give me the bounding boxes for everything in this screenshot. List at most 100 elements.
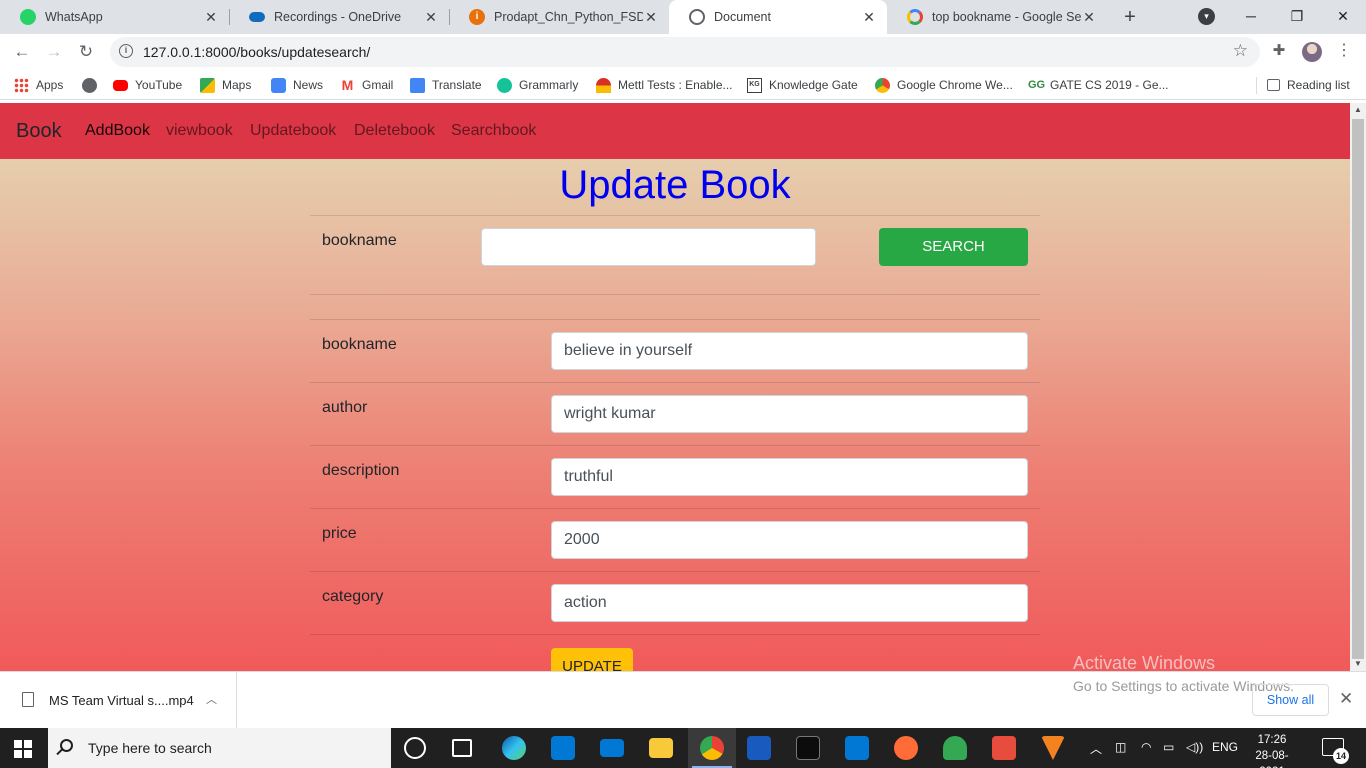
reading-list-icon [1267,79,1280,91]
close-icon[interactable]: ✕ [1081,9,1097,26]
address-bar[interactable]: i 127.0.0.1:8000/books/updatesearch/ ☆ [110,37,1260,67]
profile-avatar[interactable] [1302,42,1322,62]
search-button[interactable]: SEARCH [879,228,1028,266]
close-icon[interactable]: ✕ [423,9,439,26]
back-arrow-icon[interactable]: ← [10,40,34,64]
page-scrollbar[interactable]: ▲ ▼ [1350,103,1366,671]
whatsapp-icon [20,9,36,25]
bookmark-news[interactable]: News [271,76,323,94]
navbar-brand[interactable]: Book [16,120,62,143]
mail-icon[interactable] [600,739,624,757]
url-text[interactable]: 127.0.0.1:8000/books/updatesearch/ [143,44,370,60]
tab-google-search[interactable]: top bookname - Google Sear ✕ [887,0,1107,34]
cortana-icon[interactable] [404,737,426,759]
category-input[interactable]: action [551,584,1028,622]
scrollbar-thumb[interactable] [1352,119,1364,659]
close-icon[interactable]: ✕ [203,9,219,26]
author-input[interactable]: wright kumar [551,395,1028,433]
bookmarks-bar: Apps YouTube Maps News M Gmail Translate… [0,70,1366,100]
site-info-icon[interactable]: i [119,44,133,58]
task-view-icon[interactable] [452,739,472,757]
search-bookname-input[interactable] [481,228,816,266]
bookmark-globe[interactable] [82,76,104,94]
minimize-button[interactable]: ─ [1228,0,1274,32]
download-item[interactable]: MS Team Virtual s....mp4 ︿ [0,672,237,728]
chrome-icon[interactable] [700,736,724,760]
bookmark-star-icon[interactable]: ☆ [1233,41,1248,61]
word-icon[interactable] [747,736,771,760]
bookmark-chrome-web[interactable]: Google Chrome We... [875,76,1013,94]
bookmark-youtube[interactable]: YouTube [113,76,182,94]
chevron-up-icon[interactable]: ︿ [206,691,217,707]
windows-start-icon[interactable] [14,740,32,758]
tab-search-icon[interactable]: ▾ [1198,8,1215,25]
close-window-button[interactable]: ✕ [1320,0,1366,32]
divider [310,445,1040,446]
show-all-button[interactable]: Show all [1252,684,1329,716]
field-label-bookname: bookname [322,336,397,353]
forward-arrow-icon[interactable]: → [42,40,66,64]
postman-icon[interactable] [894,736,918,760]
youtube-icon [113,79,128,91]
nav-deletebook[interactable]: Deletebook [354,122,435,140]
edge-icon[interactable] [502,736,526,760]
nav-searchbook[interactable]: Searchbook [451,122,536,140]
tab-whatsapp[interactable]: WhatsApp ✕ [0,0,229,34]
bookmark-maps[interactable]: Maps [200,76,251,94]
reading-list-button[interactable]: Reading list [1267,76,1350,94]
terminal-icon[interactable] [796,736,820,760]
tab-prodapt[interactable]: i Prodapt_Chn_Python_FSD_14 ✕ [449,0,669,34]
scroll-up-arrow-icon[interactable]: ▲ [1350,103,1366,117]
battery-icon[interactable]: ▭ [1163,740,1174,754]
clock-time: 17:26 [1257,734,1287,746]
language-indicator[interactable]: ENG [1212,740,1238,754]
file-explorer-icon[interactable] [649,738,673,758]
bookmark-translate[interactable]: Translate [410,76,482,94]
bookmark-gmail[interactable]: M Gmail [340,76,394,94]
menu-dots-icon[interactable]: ⋮ [1336,40,1352,64]
bookmark-label: Knowledge Gate [769,78,858,92]
tab-onedrive[interactable]: Recordings - OneDrive ✕ [229,0,449,34]
meet-icon[interactable]: ◫ [1115,740,1126,754]
bookmark-label: GATE CS 2019 - Ge... [1050,78,1169,92]
bookmark-gate-cs[interactable]: GG GATE CS 2019 - Ge... [1028,76,1169,94]
vscode-icon[interactable] [845,736,869,760]
reload-icon[interactable]: ↻ [74,40,98,64]
update-button[interactable]: UPDATE [551,648,633,671]
new-tab-button[interactable]: + [1119,5,1141,29]
restore-button[interactable]: ❐ [1274,0,1320,32]
bookmark-mettl[interactable]: Mettl Tests : Enable... [596,76,733,94]
taskbar-clock[interactable]: 17:26 28-08-2021 [1246,732,1298,768]
close-icon[interactable]: ✕ [861,9,877,26]
bookmark-label: Apps [36,78,64,92]
grammarly-icon [497,77,512,93]
android-studio-icon[interactable] [943,736,967,760]
tab-title: WhatsApp [45,10,103,24]
taskbar-search-box[interactable]: Type here to search [48,728,391,768]
apps-grid-icon [14,77,29,93]
chevron-up-icon[interactable]: ︿ [1090,740,1102,757]
scroll-down-arrow-icon[interactable]: ▼ [1350,657,1366,671]
description-input[interactable]: truthful [551,458,1028,496]
extensions-puzzle-icon[interactable]: ✚ [1270,42,1288,60]
nav-addbook[interactable]: AddBook [85,122,150,140]
bookname-input[interactable]: believe in yourself [551,332,1028,370]
tab-document[interactable]: Document ✕ [669,0,887,34]
nav-updatebook[interactable]: Updatebook [250,122,336,140]
store-icon[interactable] [551,736,575,760]
wifi-icon[interactable]: ◠ [1141,740,1151,754]
divider [310,294,1040,295]
bookmark-grammarly[interactable]: Grammarly [497,76,578,94]
bookmark-apps[interactable]: Apps [14,76,63,94]
bookmark-knowledge-gate[interactable]: KG Knowledge Gate [747,76,858,94]
anydesk-icon[interactable] [992,736,1016,760]
navbar: Book AddBook viewbook Updatebook Deleteb… [0,103,1350,159]
close-icon[interactable]: ✕ [1339,689,1353,709]
nav-viewbook[interactable]: viewbook [166,122,233,140]
volume-icon[interactable]: ◁)) [1186,740,1203,754]
price-input[interactable]: 2000 [551,521,1028,559]
sublime-icon[interactable] [1041,736,1065,760]
download-shelf: MS Team Virtual s....mp4 ︿ Go to Setting… [0,671,1366,728]
gmail-icon: M [341,76,354,93]
close-icon[interactable]: ✕ [643,9,659,26]
